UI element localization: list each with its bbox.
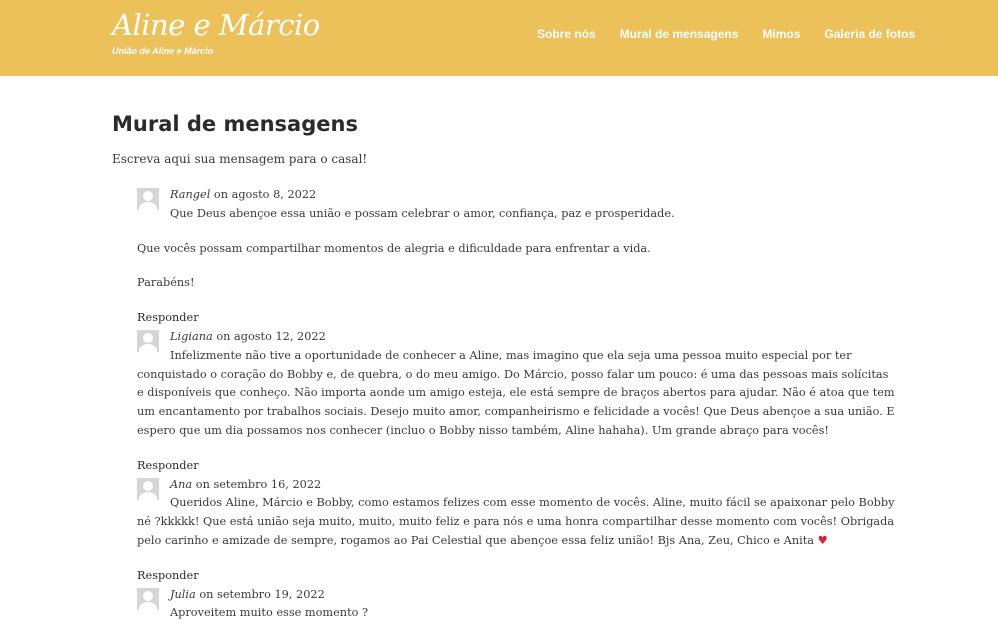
nav-item-mimos[interactable]: Mimos	[762, 27, 800, 41]
site-tagline: União de Aline e Márcio	[112, 46, 214, 56]
on-label: on	[213, 188, 228, 201]
nav-item-sobre-nos[interactable]: Sobre nós	[537, 27, 596, 41]
comment-date[interactable]: setembro 19, 2022	[217, 588, 325, 601]
avatar	[137, 587, 159, 610]
comment: Ana on setembro 16, 2022 Queridos Aline,…	[137, 476, 897, 586]
comment-text: Aproveitem muito esse momento ?	[170, 606, 369, 620]
avatar-body-shape	[139, 202, 157, 210]
comment-meta: Rangel on agosto 8, 2022	[137, 186, 897, 205]
comment-author: Julia	[170, 587, 196, 601]
on-label: on	[199, 587, 214, 601]
avatar-body-shape	[139, 491, 157, 500]
comment-author: Ligiana	[170, 329, 213, 343]
comment-text: Infelizmente não tive a oportunidade de …	[137, 348, 895, 437]
comment-date[interactable]: agosto 12, 2022	[234, 330, 326, 343]
comment-author: Rangel	[170, 188, 211, 201]
avatar	[137, 477, 159, 500]
comment-meta: Ligiana on agosto 12, 2022	[137, 328, 897, 347]
page-intro: Escreva aqui sua mensagem para o casal!	[112, 152, 368, 166]
reply-link[interactable]: Responder	[137, 567, 897, 586]
avatar	[137, 188, 159, 210]
avatar-head-shape	[143, 590, 153, 601]
on-label: on	[216, 329, 231, 343]
comment-text-content: Queridos Aline, Márcio e Bobby, como est…	[137, 496, 895, 547]
main-content: Mural de mensagens Escreva aqui sua mens…	[112, 110, 892, 168]
avatar-head-shape	[143, 191, 153, 201]
comment-date[interactable]: setembro 16, 2022	[213, 478, 321, 491]
nav-item-galeria-de-fotos[interactable]: Galeria de fotos	[824, 27, 915, 41]
comment: Julia on setembro 19, 2022 Aproveitem mu…	[137, 586, 897, 624]
comment-text: Que vocês possam compartilhar momentos d…	[137, 241, 651, 255]
avatar-body-shape	[139, 601, 157, 610]
comment-meta: Julia on setembro 19, 2022	[137, 586, 897, 605]
comment: Ligiana on agosto 12, 2022 Infelizmente …	[137, 328, 897, 476]
avatar-body-shape	[139, 343, 157, 352]
page-title: Mural de mensagens	[112, 112, 358, 136]
comment-list: Rangel on agosto 8, 2022 Que Deus abenço…	[137, 186, 897, 623]
comment-text: Parabéns!	[137, 276, 195, 290]
reply-link[interactable]: Responder	[137, 309, 897, 328]
comment: Rangel on agosto 8, 2022 Que Deus abenço…	[137, 186, 897, 328]
brand: Aline e Márcio União de Aline e Márcio	[112, 6, 320, 56]
site-header: Aline e Márcio União de Aline e Márcio S…	[0, 0, 998, 76]
avatar-head-shape	[143, 332, 153, 343]
comment-date[interactable]: agosto 8, 2022	[232, 188, 317, 201]
comment-author: Ana	[170, 477, 193, 491]
site-title[interactable]: Aline e Márcio	[112, 6, 320, 44]
heart-icon: ♥	[817, 533, 828, 547]
main-nav: Sobre nós Mural de mensagens Mimos Galer…	[537, 27, 939, 41]
comment-meta: Ana on setembro 16, 2022	[137, 476, 897, 495]
on-label: on	[195, 477, 210, 491]
comment-text: Queridos Aline, Márcio e Bobby, como est…	[137, 494, 897, 550]
avatar	[137, 329, 159, 352]
comment-text: Que Deus abençoe essa união e possam cel…	[170, 206, 675, 220]
avatar-head-shape	[143, 480, 153, 491]
nav-item-mural-de-mensagens[interactable]: Mural de mensagens	[620, 27, 739, 41]
reply-link[interactable]: Responder	[137, 457, 897, 476]
